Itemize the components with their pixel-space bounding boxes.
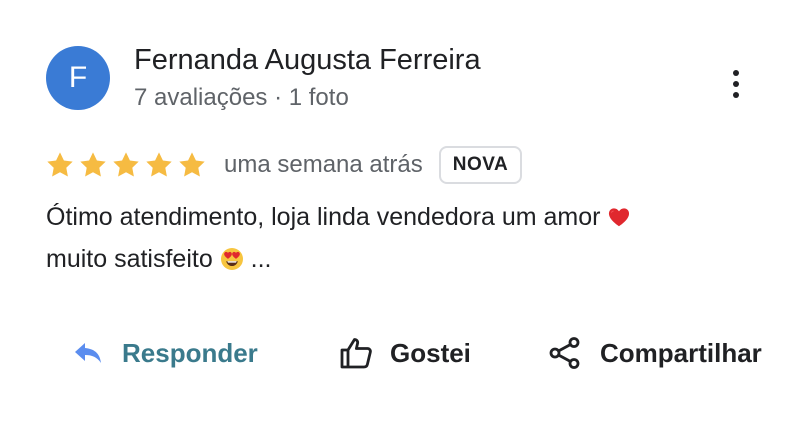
review-date: uma semana atrás [224,151,423,178]
dot-icon [733,81,739,87]
review-line: Ótimo atendimento, loja linda vendedora … [46,196,766,238]
reviewer-meta: 7 avaliações · 1 foto [134,84,349,111]
read-more-ellipsis[interactable]: ... [251,245,272,273]
review-text-line-2: muito satisfeito [46,245,220,273]
red-heart-icon [609,208,630,227]
dot-icon [733,92,739,98]
reply-arrow-icon [72,339,104,367]
like-button[interactable]: Gostei [338,328,471,378]
avatar[interactable]: F [46,46,110,110]
review-text: Ótimo atendimento, loja linda vendedora … [46,196,766,280]
review-text-line-1: Ótimo atendimento, loja linda vendedora … [46,203,608,231]
new-badge: NOVA [438,146,523,184]
dot-icon [733,70,739,76]
share-button[interactable]: Compartilhar [548,328,762,378]
share-icon [548,336,582,370]
star-icon [113,152,139,177]
share-label: Compartilhar [600,337,762,368]
star-icon [146,152,172,177]
review-card: F Fernanda Augusta Ferreira 7 avaliações… [0,0,802,432]
more-options-button[interactable] [722,66,750,102]
action-bar: Responder Gostei Compartilhar [0,328,802,378]
heart-eyes-emoji-icon [220,248,243,270]
reply-label: Responder [122,337,258,368]
star-icon [179,152,205,177]
review-line: muito satisfeito ... [46,238,766,280]
avatar-initial: F [68,61,88,94]
reviewer-name[interactable]: Fernanda Augusta Ferreira [134,44,481,77]
star-icon [80,152,106,177]
like-label: Gostei [390,337,471,368]
thumbs-up-icon [338,336,374,370]
star-icon [47,152,73,177]
star-rating [44,149,208,181]
rating-row: uma semana atrás NOVA [44,144,523,186]
reply-button[interactable]: Responder [72,328,258,378]
